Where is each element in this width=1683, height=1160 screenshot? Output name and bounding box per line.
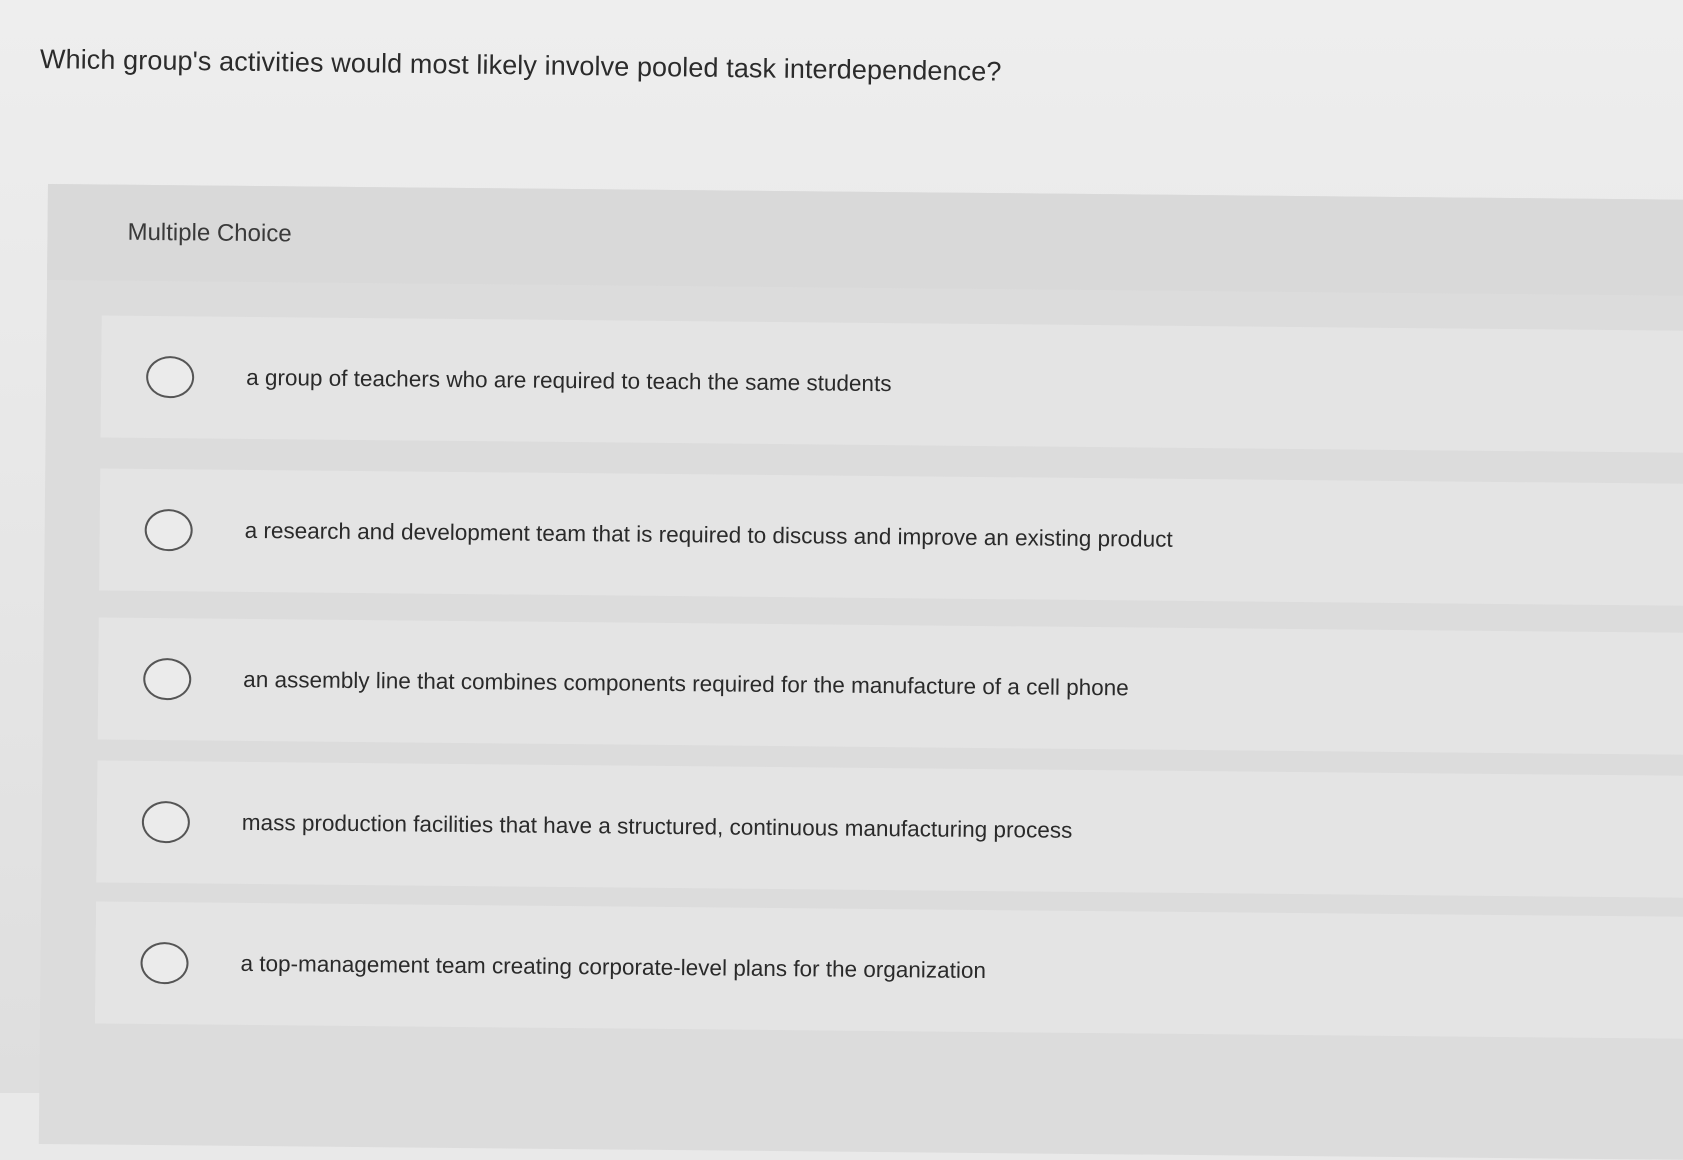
multiple-choice-title: Multiple Choice <box>127 218 292 248</box>
radio-empty-icon[interactable] <box>143 657 192 701</box>
answer-option-2[interactable]: a research and development team that is … <box>99 468 1683 607</box>
answer-option-4[interactable]: mass production facilities that have a s… <box>96 760 1683 899</box>
answer-option-label: a top-management team creating corporate… <box>240 950 987 984</box>
radio-empty-icon[interactable] <box>141 800 191 844</box>
radio-empty-icon[interactable] <box>145 355 195 399</box>
answer-option-label: a group of teachers who are required to … <box>246 364 892 397</box>
radio-empty-icon[interactable] <box>140 941 189 985</box>
multiple-choice-header: Multiple Choice <box>47 184 1683 297</box>
multiple-choice-panel: Multiple Choice a group of teachers who … <box>38 184 1683 1160</box>
answer-option-3[interactable]: an assembly line that combines component… <box>97 617 1683 756</box>
answer-option-label: a research and development team that is … <box>244 517 1173 552</box>
radio-empty-icon[interactable] <box>144 508 193 552</box>
answer-option-1[interactable]: a group of teachers who are required to … <box>100 315 1683 454</box>
answer-option-label: mass production facilities that have a s… <box>241 809 1073 843</box>
answer-option-label: an assembly line that combines component… <box>243 666 1129 701</box>
answer-option-5[interactable]: a top-management team creating corporate… <box>94 901 1683 1040</box>
